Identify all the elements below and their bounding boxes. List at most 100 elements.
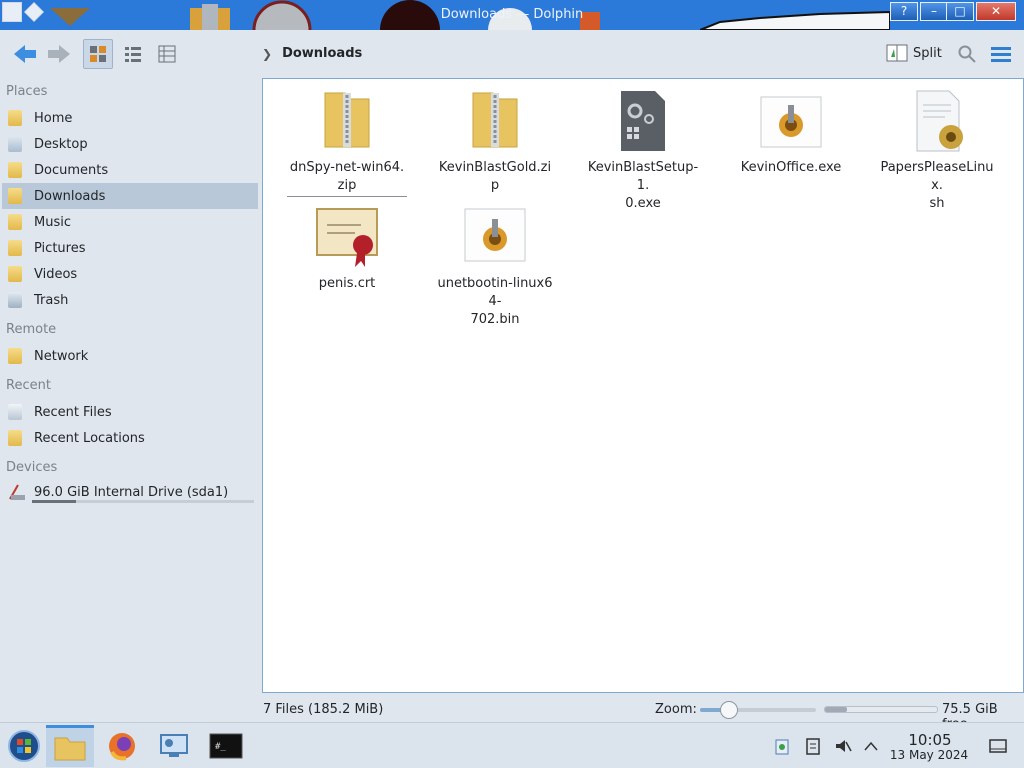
search-button[interactable]: [952, 39, 982, 69]
sidebar-item-label: Music: [34, 214, 71, 230]
network-icon: [8, 347, 26, 365]
system-settings-icon: [160, 734, 188, 757]
breadcrumb: ❯ Downloads: [262, 46, 362, 61]
music-icon: [8, 213, 26, 231]
sidebar-item-documents[interactable]: Documents: [2, 157, 258, 183]
file-item-papersplease[interactable]: PapersPleaseLinux. sh: [877, 89, 997, 213]
zoom-slider-handle[interactable]: [720, 701, 738, 719]
menu-button[interactable]: [986, 39, 1016, 69]
sidebar-item-pictures[interactable]: Pictures: [2, 235, 258, 261]
compact-view-icon: [125, 47, 141, 62]
file-item-unetbootin[interactable]: unetbootin-linux64- 702.bin: [435, 205, 555, 329]
details-view-icon: [158, 45, 176, 63]
forward-arrow-icon: [48, 45, 70, 63]
window-title: Downloads — Dolphin: [440, 7, 584, 22]
sidebar-item-label: Recent Locations: [34, 430, 145, 446]
maximize-button[interactable]: □: [946, 2, 974, 21]
clipboard-tray-icon[interactable]: [772, 736, 792, 756]
pictures-icon: [8, 239, 26, 257]
taskbar: #_ 10:05 13 May 2024: [0, 722, 1024, 768]
file-manager-icon: [54, 737, 86, 760]
sidebar-item-label: Desktop: [34, 136, 88, 152]
compact-view-button[interactable]: [118, 39, 148, 69]
help-button[interactable]: ?: [890, 2, 918, 21]
file-name: PapersPleaseLinux. sh: [880, 160, 994, 211]
sidebar-item-downloads[interactable]: Downloads: [2, 183, 258, 209]
back-button[interactable]: [10, 39, 40, 69]
drive-usage-fill: [32, 500, 77, 503]
clock-date[interactable]: 13 May 2024: [884, 748, 974, 762]
chevron-right-icon[interactable]: ❯: [262, 47, 272, 61]
section-recent: Recent: [6, 378, 51, 393]
back-arrow-icon: [14, 45, 36, 63]
sidebar-item-desktop[interactable]: Desktop: [2, 131, 258, 157]
clock-time[interactable]: 10:05: [890, 731, 970, 749]
sidebar-item-label: Pictures: [34, 240, 86, 256]
sidebar-item-home[interactable]: Home: [2, 105, 258, 131]
title-bar[interactable]: Downloads — Dolphin ? – □ ✕: [0, 0, 1024, 30]
start-menu-button[interactable]: [0, 725, 48, 767]
start-menu-icon: [8, 730, 40, 762]
file-item-dnspy[interactable]: dnSpy-net-win64. zip: [287, 89, 407, 197]
file-name: KevinBlastGold.zip: [438, 160, 552, 193]
firefox-task[interactable]: [98, 725, 146, 767]
executable-icon: [463, 205, 527, 269]
sidebar-item-label: Downloads: [34, 188, 106, 204]
section-places: Places: [6, 84, 48, 99]
zip-folder-icon: [463, 89, 527, 153]
split-button[interactable]: Split: [886, 43, 942, 63]
recent-locations-icon: [8, 429, 26, 447]
exe-gear-icon: [611, 89, 675, 153]
forward-button[interactable]: [44, 39, 74, 69]
trash-icon: [8, 291, 26, 309]
icons-view-icon: [90, 46, 106, 62]
zoom-label: Zoom:: [655, 702, 697, 717]
split-label: Split: [913, 45, 942, 61]
drive-usage-bar: [32, 500, 254, 503]
split-view-icon: [886, 44, 908, 62]
file-item-crt[interactable]: penis.crt: [287, 205, 407, 293]
sidebar-item-label: Network: [34, 348, 89, 364]
file-name: unetbootin-linux64- 702.bin: [437, 276, 553, 327]
home-icon: [8, 109, 26, 127]
file-name: KevinBlastSetup-1. 0.exe: [587, 160, 699, 211]
zip-folder-icon: [315, 89, 379, 153]
minimize-button[interactable]: –: [920, 2, 948, 21]
file-item-kevinblastgold[interactable]: KevinBlastGold.zip: [435, 89, 555, 195]
file-item-kevinoffice[interactable]: KevinOffice.exe: [731, 89, 851, 177]
recent-files-icon: [8, 403, 26, 421]
free-space-bar: [824, 706, 938, 713]
file-manager-task[interactable]: [46, 725, 94, 767]
hamburger-menu-icon: [991, 47, 1011, 62]
show-desktop-icon[interactable]: [988, 736, 1008, 756]
firefox-icon: [109, 733, 135, 761]
icons-view-button[interactable]: [83, 39, 113, 69]
file-name: KevinOffice.exe: [740, 160, 842, 175]
volume-muted-icon[interactable]: [833, 736, 853, 756]
notes-tray-icon[interactable]: [803, 736, 823, 756]
chevron-up-icon[interactable]: [861, 736, 881, 756]
sidebar-item-recent-files[interactable]: Recent Files: [2, 399, 258, 425]
sidebar-item-trash[interactable]: Trash: [2, 287, 258, 313]
terminal-task[interactable]: #_: [202, 725, 250, 767]
sidebar-item-videos[interactable]: Videos: [2, 261, 258, 287]
sidebar-item-label: Documents: [34, 162, 109, 178]
documents-icon: [8, 161, 26, 179]
zoom-slider[interactable]: [700, 701, 816, 719]
toolbar: ❯ Downloads Split: [0, 30, 1024, 78]
details-view-button[interactable]: [152, 39, 182, 69]
videos-icon: [8, 265, 26, 283]
system-settings-task[interactable]: [150, 725, 198, 767]
sidebar-item-recent-locations[interactable]: Recent Locations: [2, 425, 258, 451]
sidebar-item-network[interactable]: Network: [2, 343, 258, 369]
close-button[interactable]: ✕: [976, 2, 1016, 21]
certificate-icon: [315, 205, 379, 269]
breadcrumb-downloads[interactable]: Downloads: [282, 46, 362, 61]
free-space-fill: [825, 707, 848, 712]
sidebar-item-music[interactable]: Music: [2, 209, 258, 235]
file-item-kevinblastsetup[interactable]: KevinBlastSetup-1. 0.exe: [583, 89, 703, 213]
file-view[interactable]: dnSpy-net-win64. zip KevinBlastGold.zip K…: [262, 78, 1024, 693]
sidebar-item-label: 96.0 GiB Internal Drive (sda1): [34, 484, 229, 500]
downloads-icon: [8, 187, 26, 205]
status-bar: 7 Files (185.2 MiB) Zoom: 75.5 GiB free: [0, 698, 1024, 732]
